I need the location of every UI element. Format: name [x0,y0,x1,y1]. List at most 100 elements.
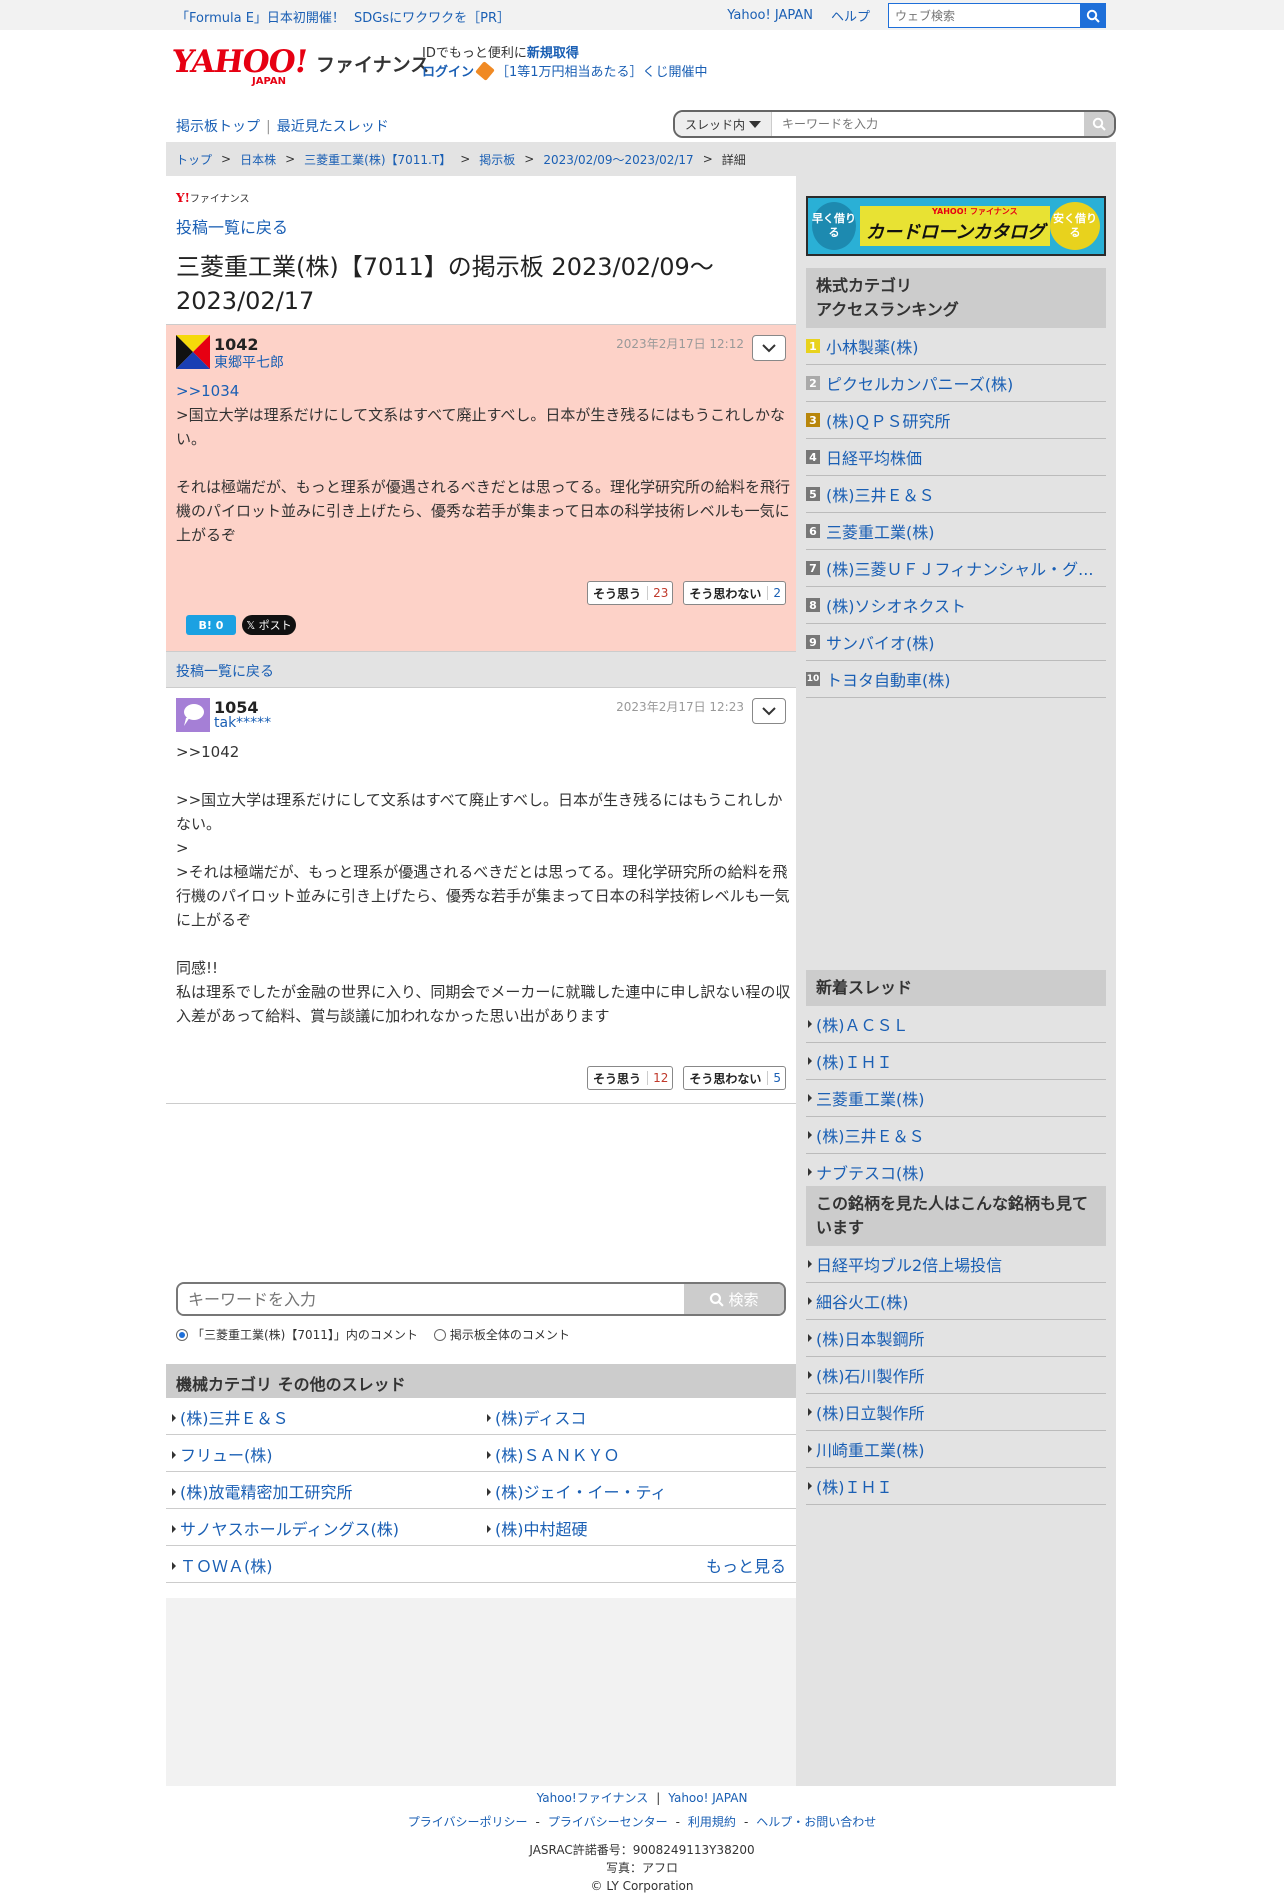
board-nav: 掲示板トップ | 最近見たスレッド スレッド内 [166,100,1116,138]
breadcrumb-top[interactable]: トップ [176,151,212,168]
post-date: 2023年2月17日 12:12 [616,337,744,351]
chevron-down-icon [762,344,776,353]
list-item[interactable]: (株)三井Ｅ＆Ｓ [806,1117,1106,1154]
agree-count: 23 [647,586,668,600]
list-item[interactable]: (株)日本製鋼所 [806,1320,1106,1357]
footer-privacy-center-link[interactable]: プライバシーセンター [548,1815,668,1829]
recent-threads-link[interactable]: 最近見たスレッド [277,119,389,135]
footer-privacy-link[interactable]: プライバシーポリシー [408,1815,528,1829]
web-search-button[interactable] [1080,4,1105,27]
radio-this-stock[interactable] [176,1328,188,1341]
back-to-list-link[interactable]: 投稿一覧に戻る [176,214,288,238]
post-1042: 1042 東郷平七郎 2023年2月17日 12:12 >>1034 >国立大学… [166,324,796,651]
list-item[interactable]: (株)放電精密加工研究所 [166,1472,481,1508]
board-top-link[interactable]: 掲示板トップ [176,119,260,135]
ad-left-badge: 早く借りる [812,202,856,250]
thread-search-input[interactable] [772,112,1084,136]
logo-yahoo: YAHOO! [169,44,310,80]
ranking-item[interactable]: 3 (株)ＱＰＳ研究所 [806,402,1106,439]
promo-link-sdgs[interactable]: SDGsにワクワクを［PR］ [354,7,510,26]
promo-link-formula-e[interactable]: 「Formula E」日本初開催！ [176,7,345,26]
card-loan-ad-banner[interactable]: 早く借りる YAHOO! ファイナンス カードローンカタログ 安く借りる [806,196,1106,256]
ranking-item[interactable]: 1 小林製薬(株) [806,328,1106,365]
post-menu-button[interactable] [752,698,786,724]
breadcrumb-board[interactable]: 掲示板 [479,151,515,168]
comment-search-box: 検索 [176,1282,786,1316]
hatena-bookmark-button[interactable]: B! 0 [186,615,236,635]
list-item[interactable]: ＴＯＷＡ(株) [166,1546,481,1582]
list-item[interactable]: (株)三井Ｅ＆Ｓ [166,1398,481,1434]
new-threads-heading: 新着スレッド [806,970,1106,1006]
agree-button[interactable]: そう思う 23 [587,581,674,605]
post-menu-button[interactable] [752,335,786,361]
breadcrumb-japan-stocks[interactable]: 日本株 [240,151,276,168]
breadcrumb-period[interactable]: 2023/02/09〜2023/02/17 [543,151,693,168]
list-item[interactable]: 日経平均ブル2倍上場投信 [806,1246,1106,1283]
list-item[interactable]: (株)ディスコ [481,1398,796,1434]
yahoo-japan-link[interactable]: Yahoo! JAPAN [727,8,813,23]
list-item[interactable]: サノヤスホールディングス(株) [166,1509,481,1545]
radio-this-stock-label: 「三菱重工業(株)【7011】」内のコメント [192,1328,418,1342]
breadcrumb: トップ > 日本株 > 三菱重工業(株)【7011.T】 > 掲示板 > 2023/02… [166,142,1116,176]
search-scope-select[interactable]: スレッド内 [675,112,772,136]
back-to-list-link-2[interactable]: 投稿一覧に戻る [176,664,274,680]
list-item[interactable]: (株)日立製作所 [806,1394,1106,1431]
avatar[interactable] [176,335,210,369]
list-item[interactable]: (株)ＩＨＩ [806,1468,1106,1505]
help-link[interactable]: ヘルプ [831,6,870,25]
web-search-input[interactable] [889,4,1080,27]
other-threads-list: (株)三井Ｅ＆Ｓ (株)ディスコ フリュー(株) (株)ＳＡＮＫＹＯ (株)放電… [166,1398,796,1583]
login-link[interactable]: ログイン [422,65,474,80]
ranking-item[interactable]: 10 トヨタ自動車(株) [806,661,1106,698]
register-link[interactable]: 新規取得 [527,46,579,61]
disagree-button[interactable]: そう思わない 2 [683,581,786,605]
list-item[interactable]: (株)ＡＣＳＬ [806,1006,1106,1043]
list-item[interactable]: 川崎重工業(株) [806,1431,1106,1468]
list-item[interactable]: 三菱重工業(株) [806,1080,1106,1117]
reply-anchor-link[interactable]: >>1034 [176,382,239,400]
footer-finance-link[interactable]: Yahoo!ファイナンス [537,1791,649,1805]
radio-all-boards-label: 掲示板全体のコメント [449,1328,570,1342]
site-header: YAHOO! JAPAN ファイナンス IDでもっと便利に新規取得 ログイン ［1… [166,30,1116,100]
list-item[interactable]: (株)ジェイ・イー・ティ [481,1472,796,1508]
ranking-item[interactable]: 6 三菱重工業(株) [806,513,1106,550]
comment-search-input[interactable] [178,1284,684,1314]
footer-terms-link[interactable]: 利用規約 [688,1815,736,1829]
thread-search-button[interactable] [1084,112,1114,136]
post-user-link[interactable]: 東郷平七郎 [214,352,284,372]
list-item[interactable]: 細谷火工(株) [806,1283,1106,1320]
breadcrumb-stock[interactable]: 三菱重工業(株)【7011.T】 [304,151,451,168]
list-item[interactable]: (株)中村超硬 [481,1509,796,1545]
list-item[interactable]: フリュー(株) [166,1435,481,1471]
disagree-button[interactable]: そう思わない 5 [683,1066,786,1090]
vote-buttons: そう思う 12 そう思わない 5 [577,1066,786,1090]
x-post-button[interactable]: 𝕏 ポスト [242,615,296,635]
ranking-item[interactable]: 9 サンバイオ(株) [806,624,1106,661]
agree-button[interactable]: そう思う 12 [587,1066,674,1090]
id-text: IDでもっと便利に [422,46,527,61]
yahoo-finance-logo[interactable]: YAHOO! JAPAN ファイナンス [169,44,429,87]
vote-buttons: そう思う 23 そう思わない 2 [577,581,786,605]
header-account-info: IDでもっと便利に新規取得 ログイン ［1等1万円相当あたる］くじ開催中 [422,44,708,82]
footer-yahoo-japan-link[interactable]: Yahoo! JAPAN [668,1791,747,1805]
footer-help-link[interactable]: ヘルプ・お問い合わせ [756,1815,876,1829]
radio-all-boards[interactable] [433,1328,446,1341]
ranking-item[interactable]: 8 (株)ソシオネクスト [806,587,1106,624]
site-footer: Yahoo!ファイナンス | Yahoo! JAPAN プライバシーポリシー - プライ… [0,1790,1284,1896]
ranking-item[interactable]: 2 ピクセルカンパニーズ(株) [806,365,1106,402]
avatar[interactable] [176,698,210,732]
search-scope-radios: 「三菱重工業(株)【7011】」内のコメント 掲示板全体のコメント [176,1326,586,1343]
search-icon [710,1292,725,1307]
list-item[interactable]: (株)ＩＨＩ [806,1043,1106,1080]
ranking-item[interactable]: 7 (株)三菱ＵＦＪフィナンシャル・グ... [806,550,1106,587]
list-item[interactable]: (株)ＳＡＮＫＹＯ [481,1435,796,1471]
more-threads-link[interactable]: もっと見る [706,1553,786,1577]
ranking-item[interactable]: 5 (株)三井Ｅ＆Ｓ [806,476,1106,513]
list-item[interactable]: (株)石川製作所 [806,1357,1106,1394]
post-user-link[interactable]: tak***** [214,715,271,731]
post-body: >>1034 >国立大学は理系だけにして文系はすべて廃止すべし。日本が生き残るに… [176,379,791,547]
jasrac-number: JASRAC許諾番号：9008249113Y38200 [529,1843,755,1857]
lottery-link[interactable]: ［1等1万円相当あたる］くじ開催中 [496,65,708,80]
ranking-item[interactable]: 4 日経平均株価 [806,439,1106,476]
comment-search-button[interactable]: 検索 [684,1284,784,1314]
